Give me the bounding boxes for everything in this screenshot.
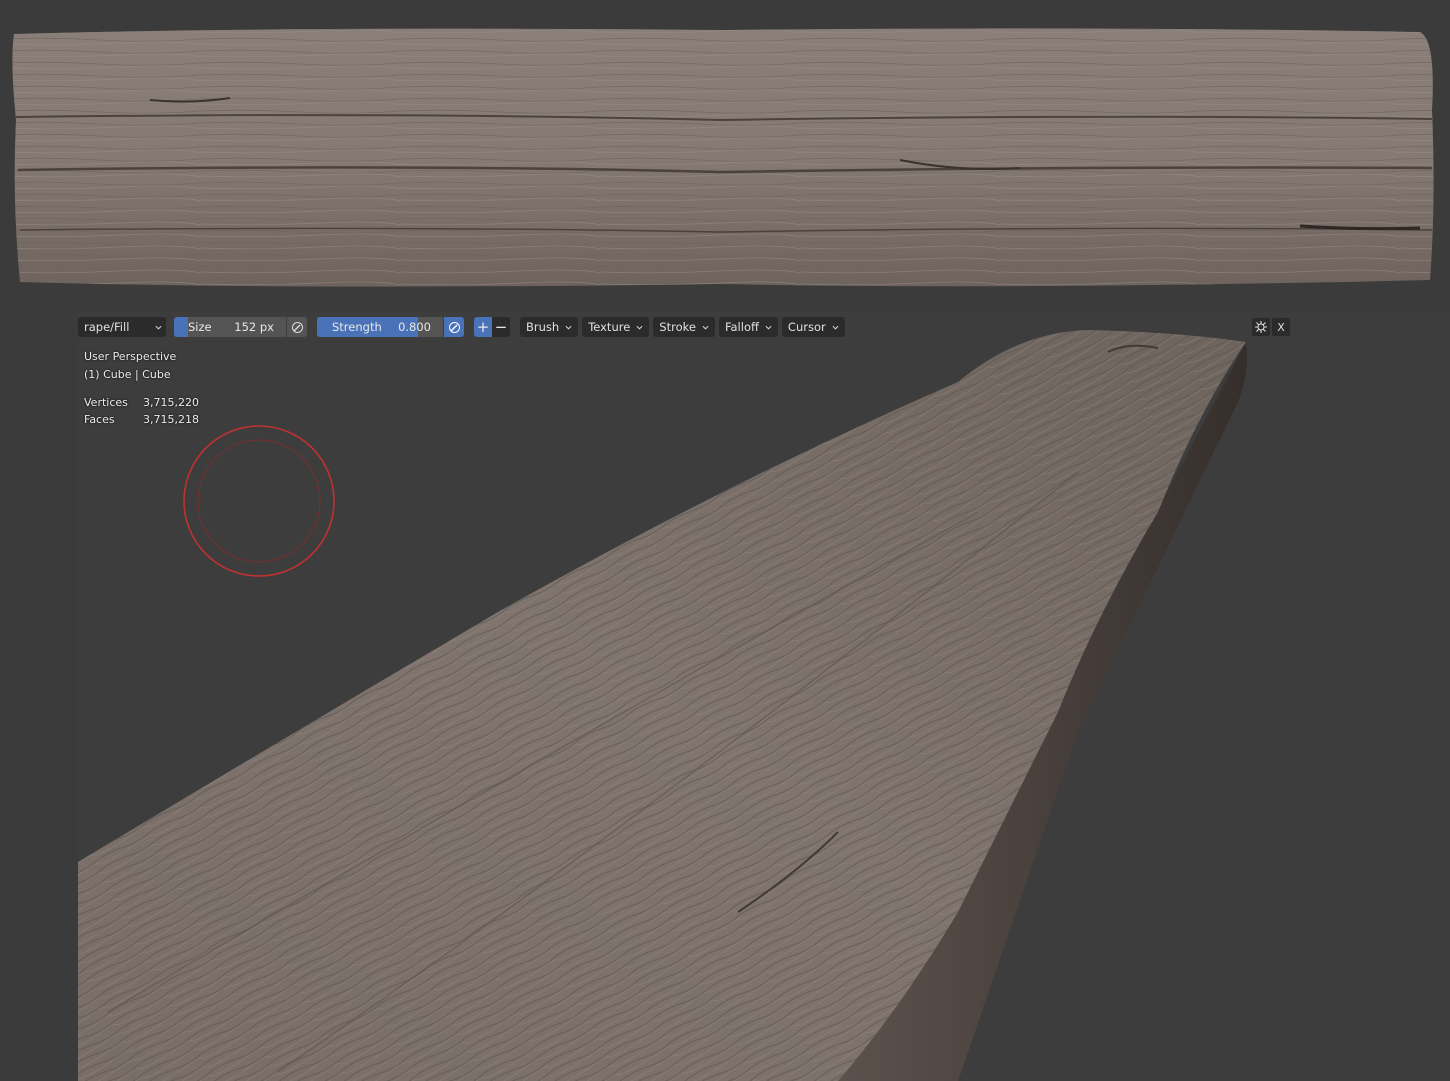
size-pressure-toggle[interactable] [287, 317, 307, 337]
close-button[interactable]: X [1272, 318, 1290, 336]
stat-vertices: Vertices 3,715,220 [84, 394, 199, 411]
viewport-overlay-text: User Perspective (1) Cube | Cube Vertice… [84, 348, 199, 428]
pen-pressure-icon [448, 321, 460, 333]
brush-name: rape/Fill [84, 320, 130, 334]
chevron-down-icon [765, 325, 772, 330]
pen-pressure-icon [291, 321, 303, 333]
header-right-buttons: X [1252, 318, 1290, 336]
minus-icon: − [494, 318, 508, 336]
strength-value: 0.800 [398, 320, 431, 334]
brush-cursor-circle [183, 425, 335, 577]
menu-brush[interactable]: Brush [520, 317, 579, 337]
stat-label: Faces [84, 413, 115, 426]
stat-label: Vertices [84, 396, 128, 409]
strength-pressure-toggle[interactable] [444, 317, 464, 337]
chevron-down-icon [702, 325, 709, 330]
strength-slider[interactable]: Strength 0.800 [317, 317, 443, 337]
add-direction-button[interactable]: + [474, 317, 492, 337]
menu-brush-label: Brush [526, 320, 560, 334]
menu-falloff-label: Falloff [724, 320, 759, 334]
chevron-down-icon [565, 325, 572, 330]
brush-selector[interactable]: rape/Fill [78, 317, 166, 337]
menu-falloff[interactable]: Falloff [718, 317, 778, 337]
plus-icon: + [476, 318, 490, 336]
close-icon: X [1277, 320, 1285, 334]
menu-stroke-label: Stroke [659, 320, 696, 334]
stat-value: 3,715,220 [143, 396, 199, 409]
chevron-down-icon [832, 325, 839, 330]
plank-front-render [12, 28, 1434, 287]
chevron-down-icon [155, 325, 162, 330]
subtract-direction-button[interactable]: − [492, 317, 510, 337]
menu-texture[interactable]: Texture [582, 317, 650, 337]
menu-stroke[interactable]: Stroke [653, 317, 715, 337]
menu-texture-label: Texture [588, 320, 631, 334]
blender-window: rape/Fill Size 152 px Strength 0.800 + −… [0, 0, 1450, 1081]
strength-label: Strength [332, 320, 382, 334]
size-slider[interactable]: Size 152 px [174, 317, 286, 337]
view-name: User Perspective [84, 350, 177, 363]
chevron-down-icon [636, 325, 643, 330]
size-label: Size [188, 320, 212, 334]
object-info: (1) Cube | Cube [84, 368, 171, 381]
menu-cursor-label: Cursor [787, 320, 826, 334]
gizmo-icon [1255, 321, 1267, 333]
gizmo-toggle[interactable] [1252, 318, 1270, 336]
menu-cursor[interactable]: Cursor [781, 317, 845, 337]
size-value: 152 px [234, 320, 274, 334]
tool-header: rape/Fill Size 152 px Strength 0.800 + −… [78, 316, 845, 338]
